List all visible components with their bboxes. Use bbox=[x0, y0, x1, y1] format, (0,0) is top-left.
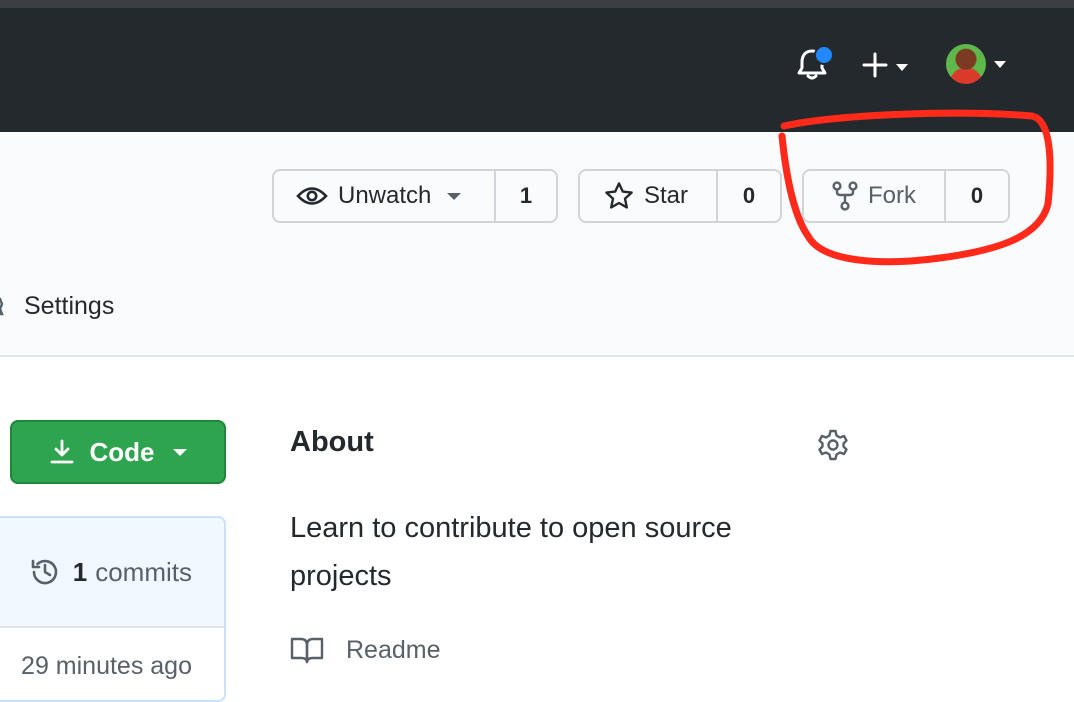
watch-button-group: Unwatch 1 bbox=[272, 169, 558, 223]
commits-label: commits bbox=[95, 556, 192, 587]
watchers-count[interactable]: 1 bbox=[496, 171, 556, 221]
history-icon bbox=[29, 556, 61, 588]
gear-icon bbox=[816, 429, 850, 466]
unwatch-button[interactable]: Unwatch bbox=[274, 171, 496, 221]
window-top-strip bbox=[0, 0, 1074, 8]
download-icon bbox=[50, 439, 74, 465]
gear-icon bbox=[0, 296, 8, 325]
star-label: Star bbox=[644, 182, 689, 209]
about-heading: About bbox=[290, 426, 374, 458]
create-new-dropdown[interactable] bbox=[862, 52, 908, 82]
code-dropdown-button[interactable]: Code bbox=[10, 420, 226, 484]
chevron-down-icon bbox=[994, 60, 1006, 68]
notification-indicator bbox=[814, 45, 834, 65]
last-commit-time: 29 minutes ago bbox=[21, 651, 192, 680]
stargazers-count[interactable]: 0 bbox=[718, 171, 780, 221]
avatar bbox=[946, 44, 986, 84]
fork-button[interactable]: Fork bbox=[804, 171, 946, 221]
star-button-group: Star 0 bbox=[578, 169, 782, 223]
user-menu-dropdown[interactable] bbox=[946, 44, 1006, 84]
star-button[interactable]: Star bbox=[580, 171, 718, 221]
fork-button-group: Fork 0 bbox=[802, 169, 1010, 223]
chevron-down-icon bbox=[447, 192, 462, 200]
commit-summary-box: 1 commits 29 minutes ago bbox=[0, 516, 226, 702]
readme-label: Readme bbox=[346, 635, 441, 664]
global-header bbox=[0, 8, 1074, 132]
unwatch-label: Unwatch bbox=[338, 182, 432, 209]
about-description: Learn to contribute to open source proje… bbox=[290, 512, 732, 592]
eye-icon bbox=[296, 184, 328, 208]
fork-label: Fork bbox=[868, 182, 916, 209]
chevron-down-icon bbox=[896, 63, 908, 71]
code-label: Code bbox=[89, 436, 155, 467]
commit-count: 1 bbox=[72, 556, 88, 587]
commits-link[interactable]: 1 commits bbox=[0, 518, 224, 628]
edit-about-button[interactable] bbox=[816, 428, 850, 462]
book-icon bbox=[290, 636, 324, 664]
plus-icon bbox=[862, 52, 888, 83]
repo-forked-icon bbox=[832, 181, 858, 211]
star-icon bbox=[604, 181, 634, 211]
chevron-down-icon bbox=[172, 448, 187, 456]
settings-label: Settings bbox=[24, 291, 115, 320]
repository-header bbox=[0, 132, 1074, 357]
readme-link[interactable]: Readme bbox=[290, 632, 441, 668]
forks-count[interactable]: 0 bbox=[946, 171, 1008, 221]
